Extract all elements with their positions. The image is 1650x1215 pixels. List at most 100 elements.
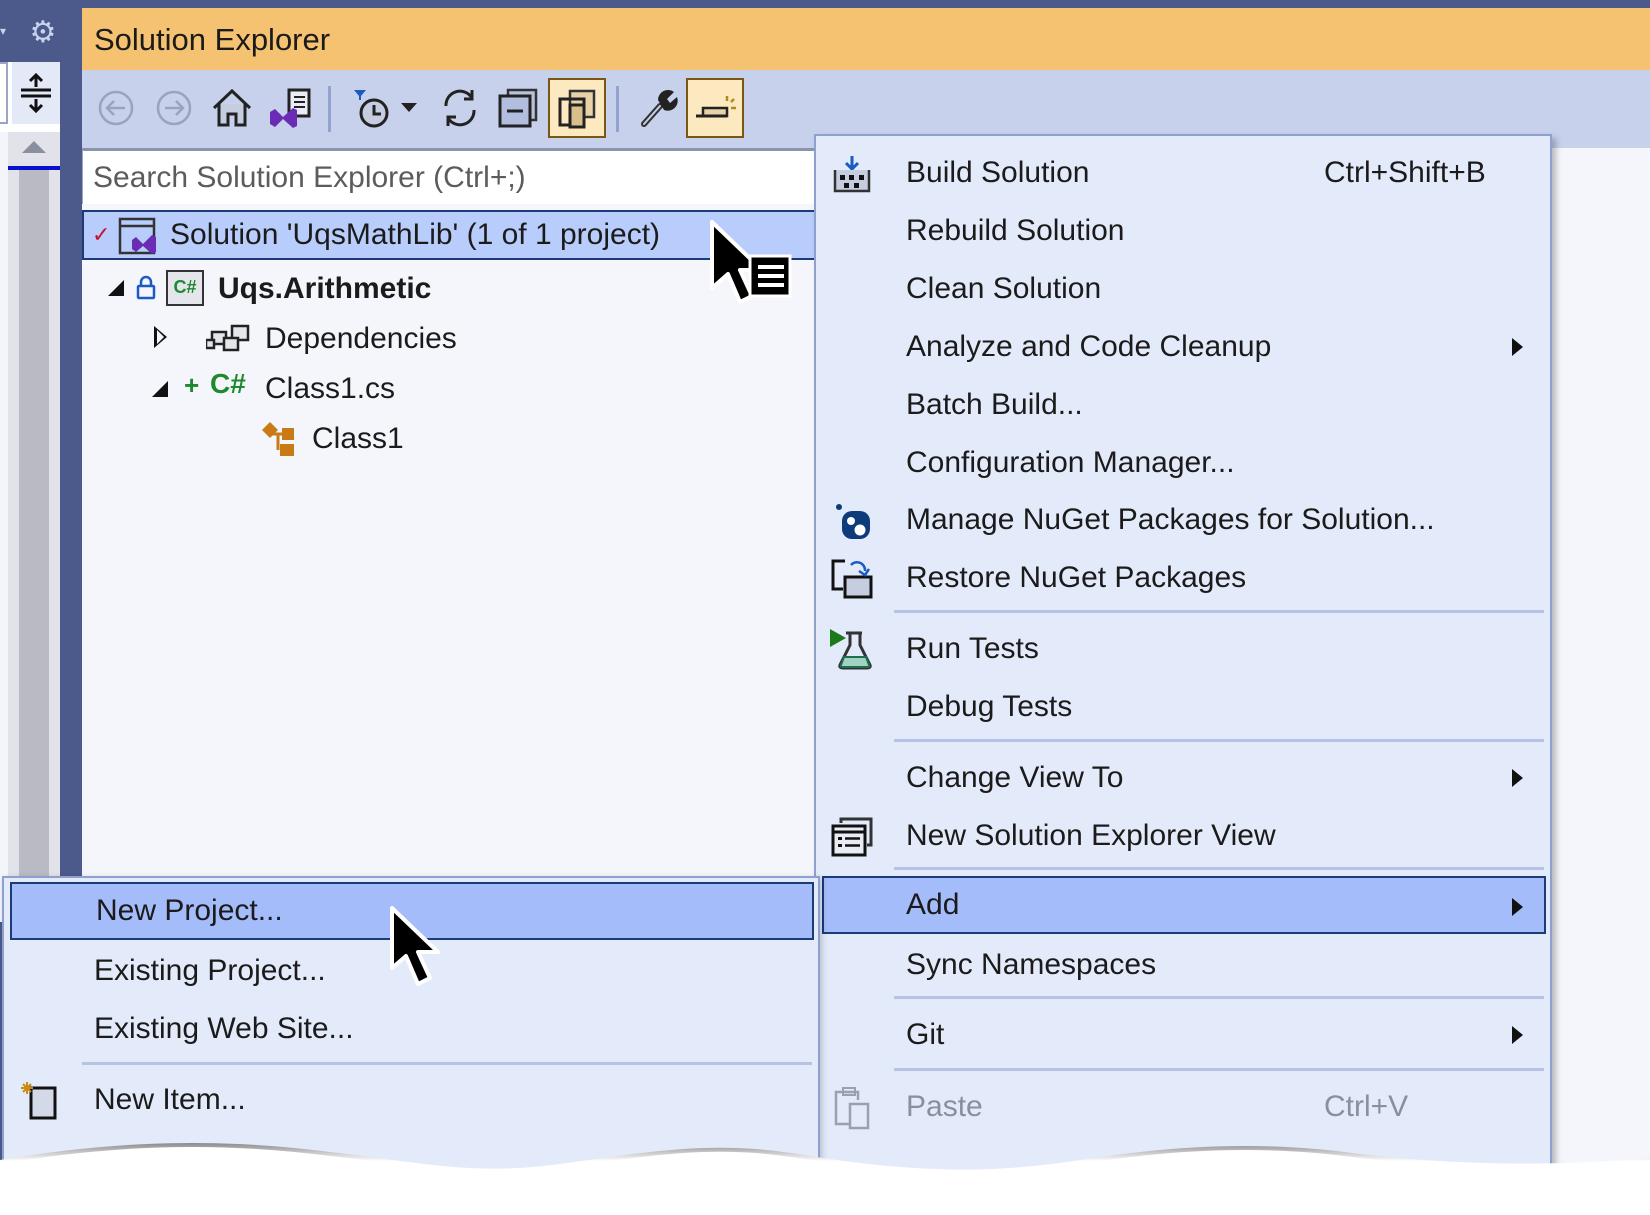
menu-item-analyze-code-cleanup[interactable]: Analyze and Code Cleanup xyxy=(816,318,1550,376)
menu-separator xyxy=(894,739,1544,742)
menu-item-shortcut: Ctrl+V xyxy=(1324,1090,1409,1123)
scroll-thumb[interactable] xyxy=(19,170,49,922)
sync-button[interactable] xyxy=(434,80,486,136)
menu-separator xyxy=(82,1062,812,1065)
expanded-triangle-icon[interactable] xyxy=(108,280,124,296)
wrench-icon xyxy=(641,90,678,127)
menu-item-label: Configuration Manager... xyxy=(906,446,1235,479)
filter-clock-icon xyxy=(354,90,389,128)
menu-item-label: Rebuild Solution xyxy=(906,214,1125,247)
menu-item-label: Sync Namespaces xyxy=(906,948,1157,981)
tree-item-file[interactable]: + C# Class1.cs xyxy=(82,364,822,414)
title-bar[interactable]: Solution Explorer xyxy=(82,8,1650,70)
toolbar-separator xyxy=(328,86,331,132)
triangle-inner xyxy=(157,330,164,344)
search-input[interactable] xyxy=(83,151,822,204)
tree-item-label: Solution 'UqsMathLib' (1 of 1 project) xyxy=(170,218,661,251)
menu-separator xyxy=(894,996,1544,999)
menu-item-rebuild-solution[interactable]: Rebuild Solution xyxy=(816,202,1550,260)
show-all-files-button[interactable] xyxy=(548,78,606,138)
tree-item-label: Class1.cs xyxy=(265,372,396,405)
solution-icon xyxy=(118,217,156,255)
menu-item-label: New Project... xyxy=(96,894,283,927)
class-icon xyxy=(262,422,294,456)
menu-separator xyxy=(894,867,1544,870)
menu-item-label: Change View To xyxy=(906,761,1124,794)
menu-item-restore-nuget[interactable]: Restore NuGet Packages xyxy=(816,549,1550,607)
menu-item-batch-build[interactable]: Batch Build... xyxy=(816,376,1550,434)
menu-item-label: Existing Project... xyxy=(94,954,326,987)
menu-item-new-solution-explorer-view[interactable]: New Solution Explorer View xyxy=(816,807,1550,865)
show-all-files-icon xyxy=(558,89,596,129)
back-button[interactable] xyxy=(90,80,142,136)
split-view-button[interactable] xyxy=(12,62,60,124)
menu-item-label: Existing Web Site... xyxy=(94,1012,354,1045)
csharp-project-icon: C# xyxy=(166,270,204,306)
torn-edge-decoration xyxy=(0,1142,1650,1215)
submenu-arrow-icon xyxy=(1512,338,1523,356)
gear-icon[interactable]: ⚙ xyxy=(26,16,60,50)
preview-icon xyxy=(696,96,736,118)
menu-separator xyxy=(894,610,1544,613)
menu-item-label: New Item... xyxy=(94,1083,246,1116)
menu-item-label: Restore NuGet Packages xyxy=(906,561,1247,594)
adjacent-editor-margin xyxy=(0,132,8,922)
arrow-right-circle-icon xyxy=(156,90,192,126)
tree-item-class[interactable]: Class1 xyxy=(82,414,822,464)
menu-item-label: Git xyxy=(906,1018,945,1051)
run-tests-icon xyxy=(830,628,874,672)
tree-item-label: Uqs.Arithmetic xyxy=(218,272,432,305)
menu-item-label: Debug Tests xyxy=(906,690,1073,723)
tree-item-label: Class1 xyxy=(312,422,404,455)
collapse-all-button[interactable] xyxy=(492,80,544,136)
filter-dropdown-button[interactable] xyxy=(396,80,422,136)
menu-item-change-view-to[interactable]: Change View To xyxy=(816,749,1550,807)
toolbar-separator xyxy=(616,86,619,132)
menu-item-label: Clean Solution xyxy=(906,272,1102,305)
new-item-icon xyxy=(18,1079,62,1123)
menu-item-label: Manage NuGet Packages for Solution... xyxy=(906,503,1435,536)
scroll-up-arrow-icon[interactable] xyxy=(8,132,60,162)
vertical-scrollbar[interactable] xyxy=(8,132,60,922)
menu-item-new-item[interactable]: New Item... xyxy=(4,1071,818,1129)
menu-item-build-solution[interactable]: Build Solution Ctrl+Shift+B xyxy=(816,144,1550,202)
tree-item-dependencies[interactable]: Dependencies xyxy=(82,314,822,364)
arrow-left-circle-icon xyxy=(98,90,134,126)
refresh-icon xyxy=(444,89,476,127)
menu-item-label: Run Tests xyxy=(906,632,1039,665)
properties-button[interactable] xyxy=(632,80,684,136)
home-icon xyxy=(212,88,252,127)
menu-item-label: Add xyxy=(906,888,960,921)
adjacent-input-edge xyxy=(0,62,8,124)
switch-views-button[interactable] xyxy=(264,80,316,136)
menu-item-sync-namespaces[interactable]: Sync Namespaces xyxy=(816,936,1550,994)
panel-title: Solution Explorer xyxy=(94,22,331,57)
dropdown-arrow-icon[interactable]: ▾ xyxy=(0,24,8,40)
build-icon xyxy=(830,152,874,196)
menu-item-clean-solution[interactable]: Clean Solution xyxy=(816,260,1550,318)
menu-item-manage-nuget[interactable]: Manage NuGet Packages for Solution... xyxy=(816,491,1550,549)
menu-item-debug-tests[interactable]: Debug Tests xyxy=(816,678,1550,736)
menu-item-existing-web-site[interactable]: Existing Web Site... xyxy=(4,1000,818,1058)
new-view-icon xyxy=(830,815,874,859)
menu-item-label: Analyze and Code Cleanup xyxy=(906,330,1272,363)
expanded-triangle-icon[interactable] xyxy=(152,381,168,397)
submenu-arrow-icon xyxy=(1512,769,1523,787)
vs-views-icon xyxy=(270,88,311,128)
pending-changes-filter-button[interactable] xyxy=(346,80,398,136)
home-button[interactable] xyxy=(206,80,258,136)
added-plus-icon: + xyxy=(184,370,200,400)
lock-icon xyxy=(136,275,156,300)
context-menu-cursor-icon xyxy=(710,220,792,304)
search-box[interactable] xyxy=(82,148,822,204)
menu-item-git[interactable]: Git xyxy=(816,1006,1550,1064)
csharp-file-icon: C# xyxy=(210,368,246,399)
menu-item-label: New Solution Explorer View xyxy=(906,819,1276,852)
preview-selected-button[interactable] xyxy=(686,78,744,138)
menu-item-add[interactable]: Add xyxy=(822,876,1546,934)
menu-item-configuration-manager[interactable]: Configuration Manager... xyxy=(816,434,1550,492)
submenu-arrow-icon xyxy=(1512,1026,1523,1044)
forward-button[interactable] xyxy=(148,80,200,136)
menu-item-run-tests[interactable]: Run Tests xyxy=(816,620,1550,678)
caret-down-icon xyxy=(401,103,417,112)
